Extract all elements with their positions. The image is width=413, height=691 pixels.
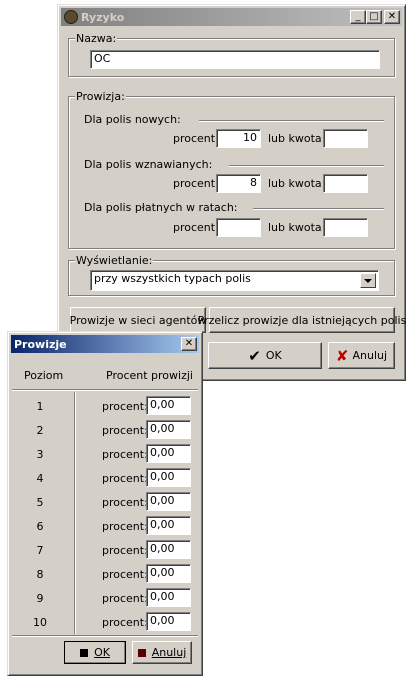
row-procent-input[interactable]: 0,00: [146, 468, 191, 487]
cancel-square-icon: [137, 648, 146, 657]
maximize-button[interactable]: □: [366, 10, 382, 24]
row-procent-label: procent:: [102, 448, 148, 461]
wyswietlanie-label: Wyświetlanie:: [75, 254, 154, 267]
row-procent-label: procent:: [102, 400, 148, 413]
window-title: Ryzyko: [81, 10, 125, 24]
row-procent-label: procent:: [102, 568, 148, 581]
row-level: 8: [36, 568, 44, 581]
row-procent-input[interactable]: 0,00: [146, 516, 191, 535]
row-procent-label: procent:: [102, 544, 148, 557]
header-level: Poziom: [24, 369, 64, 382]
dialog-title: Prowizje: [14, 337, 67, 351]
row-level: 10: [33, 616, 47, 629]
row-procent-label: procent:: [102, 472, 148, 485]
row-procent-input[interactable]: 0,00: [146, 492, 191, 511]
row-procent-label: procent:: [102, 424, 148, 437]
minimize-button[interactable]: _: [350, 10, 366, 24]
nowe-kwota-label: lub kwota:: [268, 132, 326, 145]
check-icon: ✔: [248, 346, 261, 365]
header-divider: [12, 389, 198, 391]
footer-divider: [12, 635, 198, 637]
row-procent-input[interactable]: 0,00: [146, 444, 191, 463]
dialog-close-button[interactable]: ✕: [181, 337, 197, 351]
recalc-commission-button[interactable]: Przelicz prowizje dla istniejących polis: [198, 307, 406, 333]
wznawiane-kwota-input[interactable]: [323, 174, 368, 193]
divider: [253, 208, 384, 210]
stop-icon: [80, 648, 89, 657]
row-procent-input[interactable]: 0,00: [146, 540, 191, 559]
row-level: 7: [36, 544, 44, 557]
raty-kwota-input[interactable]: [323, 218, 368, 237]
prowizja-group: Prowizja: Dla polis nowych: procent: 10 …: [68, 90, 395, 249]
row-level: 5: [36, 496, 44, 509]
row-procent-input[interactable]: 0,00: [146, 564, 191, 583]
ok-button[interactable]: ✔ OK: [208, 342, 322, 369]
prowizje-titlebar[interactable]: Prowizje ✕: [11, 335, 199, 353]
row-level: 2: [36, 424, 44, 437]
agents-commission-button[interactable]: Prowizje w sieci agentów: [70, 307, 206, 333]
nowe-procent-input[interactable]: 10: [216, 129, 261, 148]
row-procent-label: procent:: [102, 592, 148, 605]
row-level: 1: [36, 400, 44, 413]
row-procent-label: procent:: [102, 520, 148, 533]
row-level: 3: [36, 448, 44, 461]
dialog-ok-label: OK: [94, 646, 110, 659]
cancel-button[interactable]: ✘ Anuluj: [328, 342, 395, 369]
raty-kwota-label: lub kwota:: [268, 221, 326, 234]
ryzyko-window: Ryzyko _ □ ✕ Nazwa: OC Prowizja: Dla pol…: [57, 4, 406, 381]
ok-label: OK: [265, 349, 282, 362]
row-level: 9: [36, 592, 44, 605]
dropdown-arrow-icon[interactable]: [360, 273, 376, 288]
row-procent-input[interactable]: 0,00: [146, 420, 191, 439]
row-procent-label: procent:: [102, 616, 148, 629]
ryzyko-titlebar[interactable]: Ryzyko _ □ ✕: [61, 8, 402, 26]
raty-procent-label: procent:: [173, 221, 219, 234]
divider: [229, 165, 384, 167]
row-procent-input[interactable]: 0,00: [146, 588, 191, 607]
row-level: 4: [36, 472, 44, 485]
row-procent-input[interactable]: 0,00: [146, 612, 191, 631]
header-percent: Procent prowizji: [106, 369, 193, 382]
close-button[interactable]: ✕: [384, 10, 400, 24]
dialog-ok-button[interactable]: OK: [64, 641, 126, 664]
cancel-label: Anuluj: [352, 349, 388, 362]
wyswietlanie-selected: przy wszystkich typach polis: [94, 272, 251, 285]
row-level: 6: [36, 520, 44, 533]
x-mark-icon: ✘: [335, 346, 349, 365]
nowe-procent-label: procent:: [173, 132, 219, 145]
dialog-cancel-label: Anuluj: [151, 646, 187, 659]
prowizja-label: Prowizja:: [75, 90, 126, 103]
nazwa-group: Nazwa: OC: [68, 32, 395, 77]
wyswietlanie-select[interactable]: przy wszystkich typach polis: [90, 270, 379, 291]
column-divider: [74, 392, 76, 634]
nazwa-input[interactable]: OC: [90, 50, 380, 69]
wznawiane-procent-label: procent:: [173, 177, 219, 190]
raty-procent-input[interactable]: [216, 218, 261, 237]
row-procent-label: procent:: [102, 496, 148, 509]
nazwa-label: Nazwa:: [75, 32, 118, 45]
wznawiane-label: Dla polis wznawianych:: [84, 158, 213, 171]
nowe-label: Dla polis nowych:: [84, 113, 181, 126]
row-procent-input[interactable]: 0,00: [146, 396, 191, 415]
prowizje-dialog: Prowizje ✕ Poziom Procent prowizji 1 proc…: [7, 331, 203, 676]
app-icon: [64, 10, 78, 24]
nowe-kwota-input[interactable]: [323, 129, 368, 148]
dialog-cancel-button[interactable]: Anuluj: [132, 641, 192, 664]
wznawiane-kwota-label: lub kwota:: [268, 177, 326, 190]
divider: [199, 120, 384, 122]
raty-label: Dla polis płatnych w ratach:: [84, 201, 238, 214]
wznawiane-procent-input[interactable]: 8: [216, 174, 261, 193]
wyswietlanie-group: Wyświetlanie: przy wszystkich typach pol…: [68, 254, 395, 296]
